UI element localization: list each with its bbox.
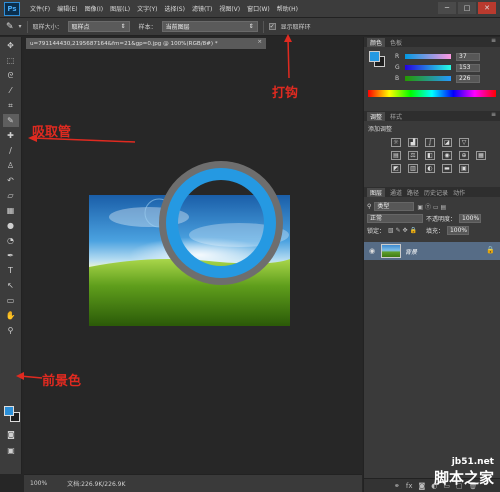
annotation-foreground: 前景色 xyxy=(42,374,82,389)
watermark: jb51.net 脚本之家 xyxy=(434,457,494,488)
watermark-name: 脚本之家 xyxy=(433,469,494,487)
watermark-url: jb51.net xyxy=(451,457,494,467)
annotation-eyedropper: 吸取管 xyxy=(32,125,72,140)
annotation-arrows xyxy=(16,34,292,380)
annotation-checkbox: 打钩 xyxy=(272,86,299,101)
